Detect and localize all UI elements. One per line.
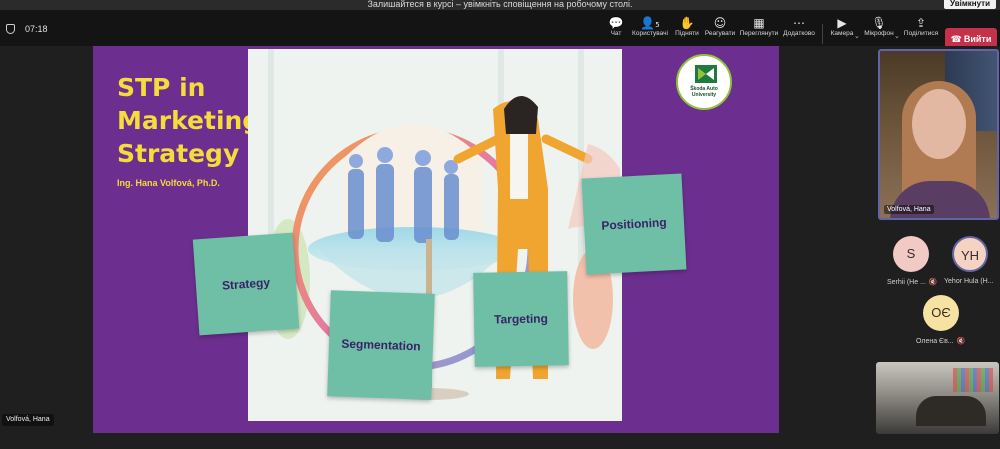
- avatar-olena[interactable]: ОЄ: [923, 295, 959, 331]
- chat-label: Чат: [610, 30, 622, 37]
- share-icon: ⇪: [915, 16, 927, 30]
- classroom-people: [916, 396, 986, 426]
- mic-off-icon: 🔇: [928, 278, 938, 286]
- mic-off-icon: 🔇: [956, 337, 966, 345]
- chat-button[interactable]: 💬 Чат: [605, 16, 627, 44]
- raise-hand-button[interactable]: ✋ Підняти: [673, 16, 701, 44]
- participant-face: [912, 89, 966, 159]
- share-button[interactable]: ⇪ Поділитися: [903, 16, 939, 44]
- microphone-button[interactable]: 🎙 Мікрофон: [862, 16, 896, 44]
- classroom-video[interactable]: [876, 362, 999, 434]
- university-logo: Škoda Auto University: [676, 54, 732, 110]
- avatar-yehor-label: Yehor Hula (H...: [944, 278, 994, 285]
- enable-notifications-button[interactable]: Увімкнути: [944, 0, 996, 9]
- mic-off-icon: 🎙: [871, 16, 887, 30]
- view-button[interactable]: ▦ Переглянути: [739, 16, 779, 44]
- avatar-yehor-name: Yehor Hula (H...: [944, 278, 994, 285]
- people-count: 5: [655, 21, 660, 29]
- shield-icon: [6, 24, 15, 34]
- share-label: Поділитися: [903, 30, 939, 37]
- main-video-label: Volfová, Hana: [884, 205, 934, 214]
- notification-bar: Залишайтеся в курсі – увімкніть сповіщен…: [0, 0, 1000, 10]
- leave-label: Вийти: [963, 34, 992, 44]
- people-button[interactable]: 👤5 Користувачі: [630, 16, 670, 44]
- view-label: Переглянути: [739, 30, 779, 37]
- react-icon: ☺: [713, 16, 727, 30]
- camera-button[interactable]: ▶ Камера: [828, 16, 856, 44]
- more-label: Додатково: [783, 30, 815, 37]
- raise-hand-icon: ✋: [679, 16, 695, 30]
- main-participant-video[interactable]: Volfová, Hana: [878, 49, 999, 220]
- avatar-yehor[interactable]: YH: [952, 236, 988, 272]
- shared-content-stage: STP in Marketing Strategy Ing. Hana Volf…: [0, 46, 870, 434]
- avatar-serhii[interactable]: S: [893, 236, 929, 272]
- microphone-label: Мікрофон: [864, 30, 894, 37]
- card-segmentation: Segmentation: [327, 290, 435, 400]
- avatar-olena-label: Олена Єв... 🔇: [916, 337, 965, 345]
- camera-label: Камера: [830, 30, 854, 37]
- view-icon: ▦: [753, 16, 765, 30]
- avatar-serhii-label: Serhii (Не ... 🔇: [887, 278, 938, 286]
- slide-author: Ing. Hana Volfová, Ph.D.: [117, 178, 220, 188]
- avatar-olena-name: Олена Єв...: [916, 338, 954, 345]
- card-strategy: Strategy: [192, 232, 300, 336]
- card-positioning: Positioning: [581, 173, 687, 275]
- presenter-name-tag: Volfová, Hana: [2, 414, 54, 426]
- microphone-options-chevron-icon[interactable]: ⌄: [894, 32, 900, 40]
- participants-panel: Volfová, Hana S Serhii (Не ... 🔇 YH Yehor…: [870, 46, 1000, 449]
- meeting-toolbar: 07:18 💬 Чат 👤5 Користувачі ✋ Підняти ☺ Р…: [0, 10, 1000, 50]
- slide-title: STP in Marketing Strategy: [117, 73, 261, 168]
- people-icon: 👤5: [640, 16, 660, 30]
- classroom-shelf: [953, 368, 993, 392]
- react-label: Реагувати: [704, 30, 736, 37]
- meeting-timer: 07:18: [25, 24, 48, 34]
- camera-icon: ▶: [837, 16, 847, 30]
- notification-message: Залишайтеся в курсі – увімкніть сповіщен…: [367, 0, 633, 9]
- more-button[interactable]: ⋯ Додатково: [782, 16, 816, 44]
- presentation-slide: STP in Marketing Strategy Ing. Hana Volf…: [93, 46, 779, 433]
- camera-options-chevron-icon[interactable]: ⌄: [854, 32, 860, 40]
- chat-icon: 💬: [608, 16, 624, 30]
- toolbar-divider: [822, 24, 823, 44]
- university-logo-text: Škoda Auto University: [690, 86, 718, 98]
- phone-hangup-icon: ☎: [950, 35, 962, 45]
- card-targeting: Targeting: [473, 271, 569, 367]
- people-label: Користувачі: [632, 30, 668, 37]
- university-logo-mark-icon: [695, 65, 717, 83]
- more-icon: ⋯: [793, 16, 805, 30]
- react-button[interactable]: ☺ Реагувати: [703, 16, 737, 44]
- raise-hand-label: Підняти: [675, 30, 699, 37]
- avatar-serhii-name: Serhii (Не ...: [887, 279, 926, 286]
